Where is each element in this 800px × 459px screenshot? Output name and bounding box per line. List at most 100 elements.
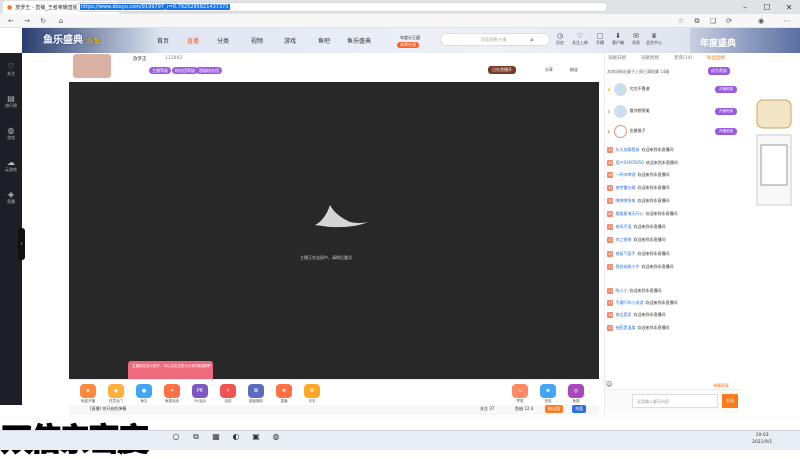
gift-item[interactable]: ♚ 贵族 [538,384,558,404]
more-icon[interactable]: ⋯ [782,15,792,27]
file-explorer-icon[interactable]: ▦ [210,432,222,446]
app-icon[interactable]: ▣ [250,432,262,446]
edge-icon[interactable]: ◐ [230,432,242,446]
forward-icon[interactable]: → [22,15,32,27]
fans-button[interactable]: 粉丝 [570,67,578,73]
promo-popup[interactable]: 主播现在给大家开，可以点击这里为大家领取福利 [128,361,213,381]
emoji-icon[interactable]: ☺ [606,381,612,388]
minimize-button[interactable]: – [734,0,756,14]
nav-video[interactable]: 视频 [251,36,263,45]
follow-button[interactable]: 日社首播开 [488,66,516,74]
become-noble-button[interactable]: 成为贵族 [708,67,730,75]
streamer-avatar[interactable] [73,54,111,78]
chat-username[interactable]: 陈小小 [615,288,627,294]
chat-username[interactable]: 不要吓的小孩游 [615,300,643,306]
nav-festival[interactable]: 鱼乐盛典 [347,36,371,45]
member-icon[interactable]: ♛ 会员中心 [646,32,662,52]
broadcast-icon[interactable]: ▢ 开播 [592,32,608,52]
chat-text: 欢迎来到本直播间 [637,172,670,177]
nav-home[interactable]: 首页 [157,36,169,45]
gift-item[interactable]: ✿ 天天 [302,384,322,404]
rank-row[interactable]: ♛ 究究不靠谱 开通贵族 [607,82,737,96]
chat-username[interactable]: 南复气面手 [615,251,635,257]
chat-text: 欢迎来到本直播间 [641,264,674,269]
close-window-button[interactable]: ✕ [778,0,800,14]
extension-icon[interactable]: ❏ [708,15,718,27]
gift-item[interactable]: ✧ 战将 [218,384,238,404]
gift-item[interactable]: ♨ 梦想 [510,384,530,404]
chat-message: 13 南风不语 欢迎来到本直播间 [607,224,737,230]
chat-username[interactable]: 哪哪哪快来 [615,198,635,204]
refresh-icon[interactable]: ↻ [38,15,48,27]
gift-item[interactable]: PK PK活动 [190,384,210,404]
maximize-button[interactable]: ☐ [756,0,778,14]
chat-input[interactable]: 这里输入聊天内容 [632,394,718,408]
rank-row[interactable]: ♛ 金爵猴子 开通贵族 [607,124,737,138]
popup-close-icon[interactable]: ✕ [207,363,211,369]
sidebar-item-rank[interactable]: ▤ 排行榜 [0,89,22,119]
share-button[interactable]: 分享 [545,67,553,73]
search-icon[interactable]: ○ [170,432,182,446]
tab-vip[interactable]: 贵宾(14) [674,55,692,61]
nav-live[interactable]: 直播 [187,36,199,45]
chat-message: 26 用户91605050 欢迎来到本直播间 [607,160,737,166]
favorite-icon[interactable]: ☆ [676,15,686,27]
chat-username[interactable]: 路路星海天开心 [615,211,643,217]
gift-item[interactable]: ● 鱼丸 [134,384,154,404]
tab-weekly-rank[interactable]: 贡献周榜 [641,55,659,61]
gift-item[interactable]: ◎ 鱼翅 [566,384,586,404]
message-icon[interactable]: ✉ 消息 [628,32,644,52]
chat-username[interactable]: 南梦重在路 [615,185,635,191]
sidebar-item-cloudgame[interactable]: ☁ 云游戏 [0,153,22,183]
gift-item[interactable]: ✪ 超级福利 [246,384,266,404]
nav-yuba[interactable]: 鱼吧 [318,36,330,45]
chat-username[interactable]: 用户91605050 [615,160,643,166]
video-player[interactable] [69,82,599,379]
home-icon[interactable]: ⌂ [56,15,66,27]
chat-text: 欢迎来到本直播间 [633,312,666,317]
room-id: 112892 [165,56,183,61]
nav-game[interactable]: 游戏 [284,36,296,45]
follow-icon[interactable]: ♡ 关注上新 [572,32,588,52]
site-logo[interactable]: 鱼乐盛典 斗鱼 [43,31,133,53]
sidebar-item-live[interactable]: ◈ 直播 [0,185,22,215]
gift-item[interactable]: ◆ 任意出门 [106,384,126,404]
rank-row[interactable]: ♛ 看你想得美 开通贵族 [607,104,737,118]
promo-button[interactable]: 来啊在线 [397,42,419,48]
nav-category[interactable]: 分类 [217,36,229,45]
sidebar-collapse-button[interactable]: › [18,228,25,260]
chat-username[interactable]: 头天加载登录 [615,147,639,153]
chat-username[interactable]: 南边是家 [615,312,631,318]
charge-button[interactable]: 充值 [572,405,586,413]
gift-item[interactable]: ❀ 直播 [274,384,294,404]
level-badge: 13 [607,264,614,270]
tab-daily-rank[interactable]: 贡献日榜 [608,55,626,61]
url-input[interactable]: https://www.douyu.com/9199797_r=0.792528… [76,2,608,12]
sidebar-item-game[interactable]: ◍ 游戏 [0,121,22,151]
sidebar-item-follow[interactable]: ♡ 关注 [0,57,22,87]
client-icon[interactable]: ⬇ 客户端 [610,32,626,52]
streamer-name[interactable]: 放罗王 [133,56,147,62]
chat-message: 15 哪哪哪快来 欢迎来到本直播间 [607,198,737,204]
chat-username[interactable]: 你之前哪 [615,237,631,243]
tab-fans-rank[interactable]: 粉丝团榜 [707,55,725,61]
chat-username[interactable]: 抽签是温度 [615,325,635,331]
profile-icon[interactable]: ◉ [756,15,766,27]
gift-item[interactable]: ✦ 鱼翅活动 [162,384,182,404]
side-ad-banner[interactable] [755,90,793,210]
task-view-icon[interactable]: ⧉ [190,432,202,446]
app-icon[interactable]: ◍ [270,432,282,446]
send-button[interactable]: 发送 [722,394,738,408]
gift-item[interactable]: ★ 免费开播 [78,384,98,404]
chat-username[interactable]: 我爸爸粉小牛 [615,264,639,270]
search-icon[interactable]: ⌕ [530,36,534,45]
history-icon[interactable]: ◷ 历史 [552,32,568,52]
festival-banner[interactable]: 年度盛典 [690,28,800,53]
refresh-extension-icon[interactable]: ⟳ [724,15,734,27]
chat-text: 欢迎来到本直播间 [645,160,678,165]
back-icon[interactable]: ← [6,15,16,27]
collections-icon[interactable]: ⧉ [692,15,702,27]
fans-club-button[interactable]: 粉丝团 [545,405,563,413]
chat-username[interactable]: 南风不语 [615,224,631,230]
chat-username[interactable]: 一杯冰啤酒 [615,172,635,178]
